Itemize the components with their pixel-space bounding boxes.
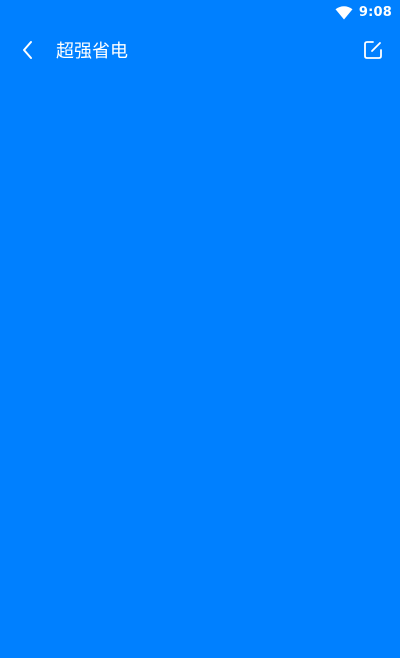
status-bar: 9:08 (0, 0, 400, 24)
back-button[interactable] (14, 38, 42, 66)
page-title: 超强省电 (56, 41, 128, 62)
content-area (0, 80, 400, 658)
chevron-left-icon (21, 40, 35, 64)
edit-button[interactable] (359, 38, 387, 66)
app-bar: 超强省电 (0, 24, 400, 80)
wifi-icon (335, 5, 353, 20)
edit-icon (363, 40, 383, 64)
status-time: 9:08 (358, 4, 392, 20)
